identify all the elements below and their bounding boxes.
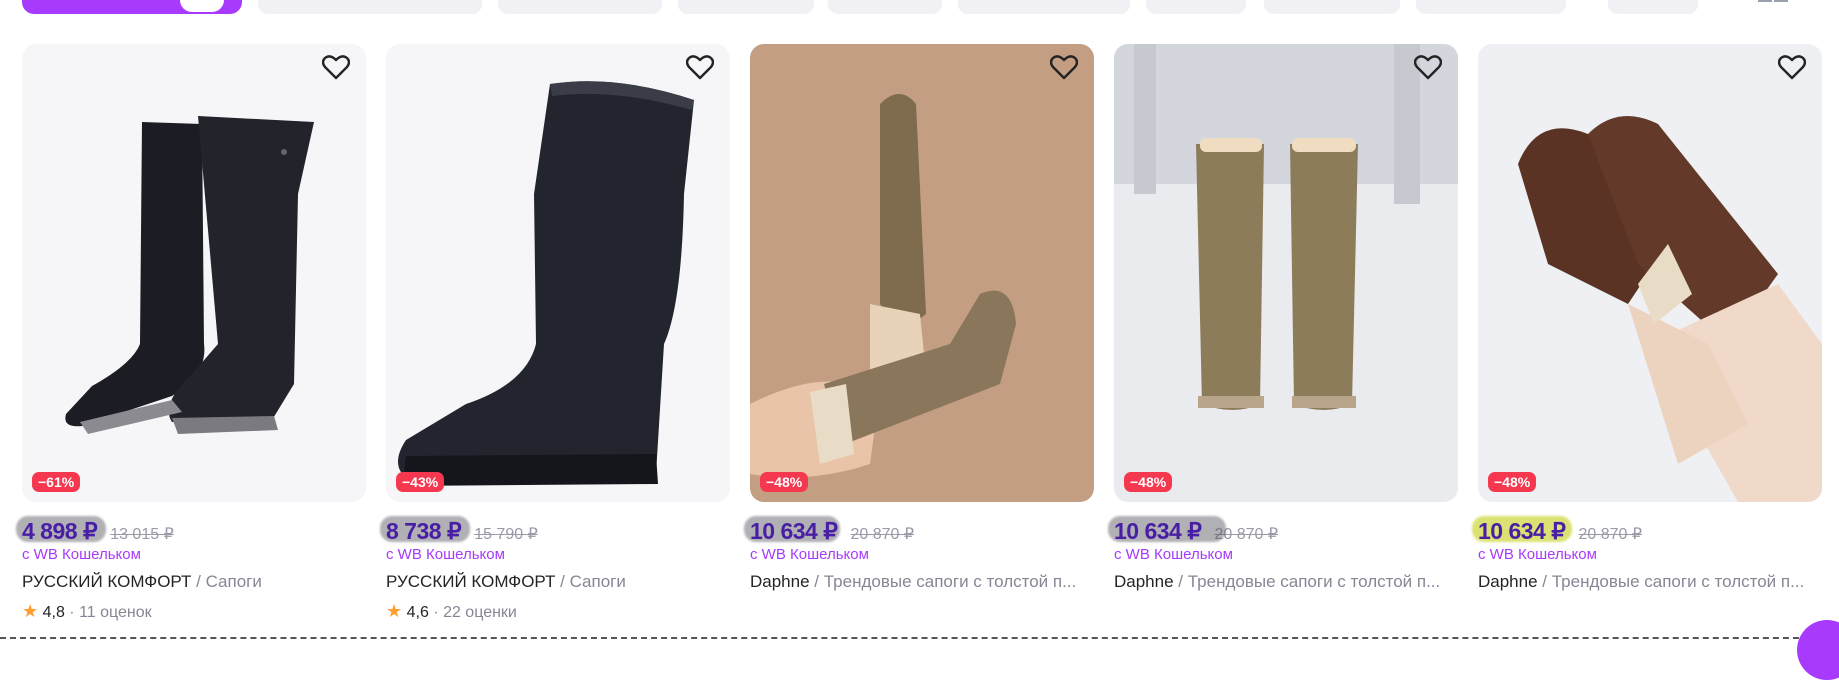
brand-name: Daphne [1478,572,1538,591]
boot-image [398,81,694,486]
heart-outline-icon [686,55,714,80]
favorite-button[interactable] [686,54,720,88]
discount-badge: −43% [396,472,445,492]
filter-chip-8[interactable] [1416,0,1566,14]
old-price: 15 790 ₽ [474,526,538,543]
page-divider [0,637,1839,639]
product-photo[interactable]: −43% [386,44,730,502]
filter-chip-2[interactable] [498,0,662,14]
favorite-button[interactable] [1414,54,1448,88]
discount-badge: −48% [760,472,809,492]
product-rating: ★ 4,6 · 22 оценки [386,601,730,622]
product-title[interactable]: Daphne / Трендовые сапоги с толстой п... [1114,572,1458,592]
star-icon: ★ [22,601,39,621]
heart-outline-icon [1414,55,1442,80]
product-title[interactable]: Daphne / Трендовые сапоги с толстой п... [750,572,1094,592]
boot-image [750,94,1016,478]
product-name: / Трендовые сапоги с толстой п... [1537,572,1805,591]
favorite-button[interactable] [322,54,356,88]
old-price: 20 870 ₽ [850,526,915,543]
grid-view-small-icon[interactable] [1774,0,1788,2]
discount-badge: −48% [1124,472,1173,492]
product-card[interactable]: −48% 10 634 ₽ 20 870 ₽ с WB Кошельком Da… [1472,44,1822,592]
product-photo[interactable]: −61% [22,44,366,502]
wallet-note: с WB Кошельком [750,546,869,563]
heart-outline-icon [1050,55,1078,80]
filter-chip-7[interactable] [1264,0,1400,14]
product-card[interactable]: −61% 4 898 ₽ 13 015 ₽ с WB Кошельком РУС… [16,44,366,622]
filter-chip-9[interactable] [1608,0,1698,14]
brand-name: РУССКИЙ КОМФОРТ [386,572,556,591]
product-price: 10 634 ₽ [750,518,838,544]
product-name: / Трендовые сапоги с толстой п... [809,572,1077,591]
heart-outline-icon [1778,55,1806,80]
product-price: 10 634 ₽ [1114,518,1202,544]
heart-outline-icon [322,55,350,80]
boot-image [1518,116,1822,502]
filter-chip-6[interactable] [1146,0,1246,14]
filter-toggle[interactable] [180,0,224,12]
product-card[interactable]: −48% 10 634 ₽ 20 870 ₽ с WB Кошельком Da… [744,44,1094,592]
discount-badge: −48% [1488,472,1537,492]
filter-chip-5[interactable] [958,0,1130,14]
rating-value: 4,8 [42,604,65,621]
product-name: / Сапоги [191,572,262,591]
old-price: 13 015 ₽ [110,526,174,543]
wallet-note: с WB Кошельком [1114,546,1233,563]
boot-image [65,116,314,434]
product-price: 10 634 ₽ [1478,518,1566,544]
product-card[interactable]: −43% 8 738 ₽ 15 790 ₽ с WB Кошельком РУС… [380,44,730,622]
review-count: · 22 оценки [428,604,517,621]
wallet-note: с WB Кошельком [1478,546,1597,563]
wallet-note: с WB Кошельком [22,546,141,563]
product-title[interactable]: Daphne / Трендовые сапоги с толстой п... [1478,572,1822,592]
filter-chip-4[interactable] [828,0,942,14]
product-name: / Сапоги [555,572,626,591]
grid-view-icon[interactable] [1758,0,1772,2]
brand-name: РУССКИЙ КОМФОРТ [22,572,192,591]
favorite-button[interactable] [1050,54,1084,88]
filter-chip-1[interactable] [258,0,482,14]
product-price: 4 898 ₽ [22,518,98,544]
product-name: / Трендовые сапоги с толстой п... [1173,572,1441,591]
favorite-button[interactable] [1778,54,1812,88]
product-photo[interactable]: −48% [1114,44,1458,502]
star-icon: ★ [386,601,403,621]
filter-chip-3[interactable] [678,0,814,14]
chat-button[interactable] [1797,620,1839,680]
product-price: 8 738 ₽ [386,518,462,544]
wallet-note: с WB Кошельком [386,546,505,563]
product-photo[interactable]: −48% [1478,44,1822,502]
product-title[interactable]: РУССКИЙ КОМФОРТ / Сапоги [386,572,730,592]
rating-value: 4,6 [406,604,429,621]
product-card[interactable]: −48% 10 634 ₽ 20 870 ₽ с WB Кошельком Da… [1108,44,1458,592]
old-price: 20 870 ₽ [1578,526,1643,543]
brand-name: Daphne [1114,572,1174,591]
brand-name: Daphne [750,572,810,591]
review-count: · 11 оценок [64,604,152,621]
product-title[interactable]: РУССКИЙ КОМФОРТ / Сапоги [22,572,366,592]
discount-badge: −61% [32,472,81,492]
boot-image [1114,44,1458,410]
product-photo[interactable]: −48% [750,44,1094,502]
product-rating: ★ 4,8 · 11 оценок [22,601,366,622]
